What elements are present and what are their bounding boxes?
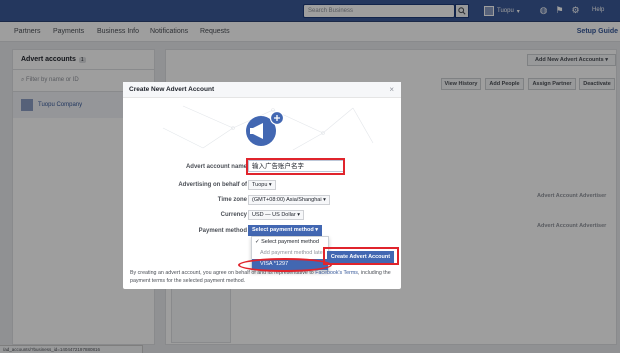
option-label: Select payment method [261,239,319,245]
currency-select[interactable]: USD — US Dollar ▾ [248,210,304,220]
currency-value: USD — US Dollar [252,212,296,218]
behalf-select[interactable]: Tuopu ▾ [248,180,276,190]
footer-text-1: By creating an advert account, you agree… [130,270,258,276]
dialog-hero-illustration [162,105,374,151]
terms-link[interactable]: Facebook's Terms [315,270,358,276]
currency-label: Currency [220,212,247,218]
close-icon[interactable]: × [389,85,394,94]
timezone-select[interactable]: (GMT+08:00) Asia/Shanghai ▾ [248,195,330,205]
name-label: Advert account name [185,164,247,170]
timezone-value: (GMT+08:00) Asia/Shanghai [252,197,322,203]
payment-label: Payment method [198,228,247,234]
payment-value: Select payment method [252,227,314,233]
dropdown-item[interactable]: ✓ Select payment method [252,237,328,248]
timezone-label: Time zone [217,197,247,203]
dialog-title: Create New Advert Account [123,82,401,98]
highlight-box-name [246,158,345,175]
terms-text: By creating an advert account, you agree… [130,269,396,285]
highlight-box-create [323,247,399,265]
behalf-value: Tuopu [252,182,268,188]
payment-method-select[interactable]: Select payment method ▾ [248,225,323,236]
highlight-oval-visa [238,258,332,272]
behalf-label: Advertising on behalf of [178,182,247,188]
